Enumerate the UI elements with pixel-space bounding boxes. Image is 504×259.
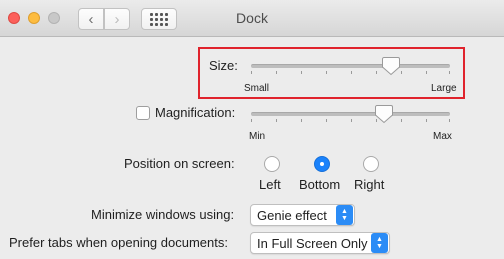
size-slider-track[interactable] <box>251 64 450 68</box>
size-highlight-box <box>198 47 465 99</box>
position-right-radio[interactable] <box>363 156 379 172</box>
position-bottom-radio[interactable] <box>314 156 330 172</box>
magnification-min-label: Min <box>249 131 266 142</box>
prefer-tabs-value: In Full Screen Only <box>257 235 368 251</box>
magnification-max-label: Max <box>433 131 452 142</box>
position-bottom-label: Bottom <box>299 177 341 192</box>
prefer-tabs-popup[interactable]: In Full Screen Only ▲ ▼ <box>250 232 390 254</box>
minimize-label: Minimize windows using: <box>91 207 235 222</box>
magnification-checkbox[interactable] <box>136 106 150 120</box>
size-min-label: Small <box>244 83 270 94</box>
size-label: Size: <box>209 58 238 73</box>
magnification-slider-knob[interactable] <box>375 104 393 124</box>
position-right-label: Right <box>354 177 385 192</box>
window-title: Dock <box>236 10 268 26</box>
magnification-slider-track[interactable] <box>251 112 450 116</box>
size-slider-knob[interactable] <box>382 56 400 76</box>
dock-preferences-window: ‹ › Dock Size: Small Large Magnification… <box>0 0 504 259</box>
position-left-radio[interactable] <box>264 156 280 172</box>
magnification-label: Magnification: <box>155 105 236 120</box>
position-left-label: Left <box>259 177 281 192</box>
updown-chevron-icon: ▲ ▼ <box>371 233 388 253</box>
title-bar: ‹ › Dock <box>0 0 504 37</box>
minimize-effect-popup[interactable]: Genie effect ▲ ▼ <box>250 204 355 226</box>
updown-chevron-icon: ▲ ▼ <box>336 205 353 225</box>
position-label: Position on screen: <box>124 156 235 171</box>
size-max-label: Large <box>431 83 457 94</box>
prefer-tabs-label: Prefer tabs when opening documents: <box>9 235 228 250</box>
minimize-effect-value: Genie effect <box>257 207 327 223</box>
